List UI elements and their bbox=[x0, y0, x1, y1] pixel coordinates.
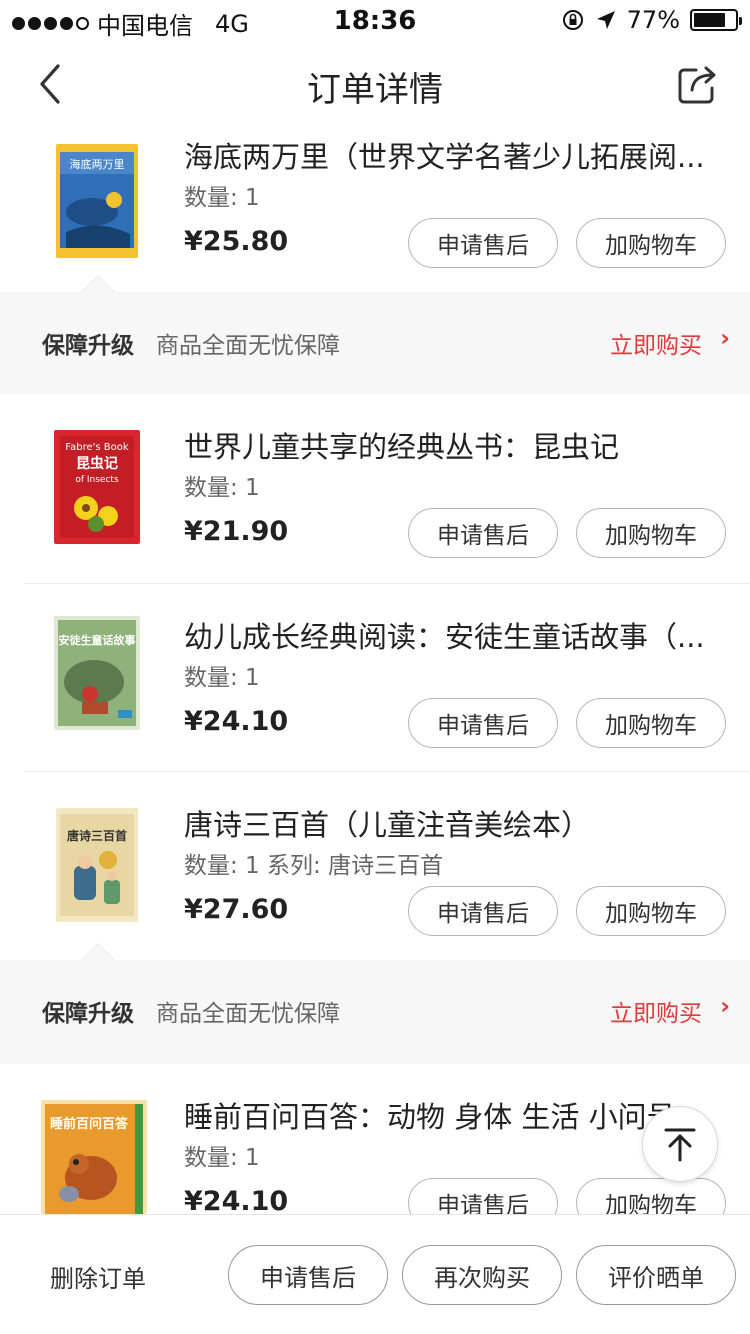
bottom-action-bar: 删除订单 申请售后 再次购买 评价晒单 bbox=[0, 1214, 750, 1334]
product-name[interactable]: 世界儿童共享的经典丛书：昆虫记 bbox=[184, 424, 714, 466]
book-cover-image: 海底两万里 bbox=[56, 144, 138, 258]
page-title: 订单详情 bbox=[307, 70, 443, 110]
product-quantity: 数量: 1 bbox=[184, 475, 260, 501]
guarantee-upgrade-banner[interactable]: 保障升级 商品全面无忧保障 立即购买 › bbox=[0, 275, 750, 394]
apply-after-sale-button[interactable]: 申请售后 bbox=[228, 1245, 388, 1305]
share-icon[interactable] bbox=[676, 62, 720, 106]
product-item[interactable]: 唐诗三百首 唐诗三百首（儿童注音美绘本） 数量: 1 系列: 唐诗三百首 ¥27… bbox=[24, 772, 750, 960]
after-sale-button[interactable]: 申请售后 bbox=[408, 886, 558, 936]
buy-again-button[interactable]: 再次购买 bbox=[402, 1245, 562, 1305]
review-button[interactable]: 评价晒单 bbox=[576, 1245, 736, 1305]
product-price: ¥24.10 bbox=[184, 1186, 289, 1214]
cover-title: 睡前百问百答 bbox=[50, 1116, 129, 1132]
status-bar: 中国电信 4G 18:36 77% bbox=[0, 0, 750, 40]
product-item[interactable]: 安徒生童话故事 幼儿成长经典阅读：安徒生童话故事（... 数量: 1 ¥24.1… bbox=[24, 584, 750, 772]
product-item[interactable]: 海底两万里 海底两万里（世界文学名著少儿拓展阅... 数量: 1 ¥25.80 … bbox=[24, 128, 750, 292]
product-name[interactable]: 幼儿成长经典阅读：安徒生童话故事（... bbox=[184, 614, 714, 656]
product-price: ¥25.80 bbox=[184, 226, 289, 257]
product-quantity: 数量: 1 bbox=[184, 185, 260, 211]
product-price: ¥21.90 bbox=[184, 516, 289, 547]
add-to-cart-button[interactable]: 加购物车 bbox=[576, 886, 726, 936]
after-sale-button[interactable]: 申请售后 bbox=[408, 698, 558, 748]
product-name[interactable]: 唐诗三百首（儿童注音美绘本） bbox=[184, 802, 714, 844]
product-quantity: 数量: 1 bbox=[184, 665, 260, 691]
product-quantity: 数量: 1 bbox=[184, 1145, 260, 1171]
cover-subtitle: Fabre's Book bbox=[65, 442, 129, 453]
after-sale-button[interactable]: 申请售后 bbox=[408, 218, 558, 268]
buy-now-link[interactable]: 立即购买 bbox=[610, 326, 702, 360]
chevron-right-icon[interactable]: › bbox=[720, 992, 730, 1020]
battery-percent: 77% bbox=[626, 6, 680, 34]
battery-icon bbox=[690, 9, 742, 31]
battery-fill bbox=[694, 13, 725, 27]
cover-title: 安徒生童话故事 bbox=[59, 633, 136, 647]
guarantee-upgrade-banner[interactable]: 保障升级 商品全面无忧保障 立即购买 › bbox=[0, 943, 750, 1064]
add-to-cart-button[interactable]: 加购物车 bbox=[576, 218, 726, 268]
book-cover-image: Fabre's Book 昆虫记 of Insects bbox=[54, 430, 140, 544]
after-sale-button[interactable]: 申请售后 bbox=[408, 1178, 558, 1214]
back-to-top-button[interactable] bbox=[642, 1106, 718, 1182]
add-to-cart-button[interactable]: 加购物车 bbox=[576, 508, 726, 558]
product-name[interactable]: 海底两万里（世界文学名著少儿拓展阅... bbox=[184, 134, 714, 176]
book-cover-image: 安徒生童话故事 bbox=[54, 616, 140, 730]
product-price: ¥27.60 bbox=[184, 894, 289, 925]
order-content[interactable]: 海底两万里 海底两万里（世界文学名著少儿拓展阅... 数量: 1 ¥25.80 … bbox=[0, 128, 750, 1214]
location-arrow-icon bbox=[596, 11, 615, 29]
product-item[interactable]: Fabre's Book 昆虫记 of Insects 世界儿童共享的经典丛书：… bbox=[24, 394, 750, 584]
rotation-lock-icon bbox=[562, 10, 583, 30]
add-to-cart-button[interactable]: 加购物车 bbox=[576, 1178, 726, 1214]
product-item[interactable]: 睡前百问百答 睡前百问百答：动物 身体 生活 小问号（... 数量: 1 ¥24… bbox=[24, 1064, 750, 1214]
guarantee-title: 保障升级 bbox=[42, 1001, 134, 1027]
add-to-cart-button[interactable]: 加购物车 bbox=[576, 698, 726, 748]
product-name[interactable]: 睡前百问百答：动物 身体 生活 小问号（... bbox=[184, 1094, 714, 1136]
after-sale-button[interactable]: 申请售后 bbox=[408, 508, 558, 558]
guarantee-description: 商品全面无忧保障 bbox=[156, 333, 340, 359]
buy-now-link[interactable]: 立即购买 bbox=[610, 994, 702, 1028]
cover-subtitle-2: of Insects bbox=[75, 475, 119, 485]
book-cover-image: 睡前百问百答 bbox=[41, 1100, 147, 1214]
cover-title: 昆虫记 bbox=[76, 455, 118, 472]
cover-title: 唐诗三百首 bbox=[67, 828, 127, 843]
nav-bar: 订单详情 bbox=[0, 40, 750, 128]
status-right: 77% bbox=[561, 6, 742, 34]
chevron-right-icon[interactable]: › bbox=[720, 324, 730, 352]
product-quantity: 数量: 1 系列: 唐诗三百首 bbox=[184, 853, 444, 879]
book-cover-image: 唐诗三百首 bbox=[56, 808, 138, 922]
guarantee-description: 商品全面无忧保障 bbox=[156, 1001, 340, 1027]
guarantee-title: 保障升级 bbox=[42, 333, 134, 359]
product-price: ¥24.10 bbox=[184, 706, 289, 737]
arrow-up-icon bbox=[664, 1128, 696, 1162]
cover-title: 海底两万里 bbox=[70, 157, 125, 171]
delete-order-link[interactable]: 删除订单 bbox=[50, 1259, 146, 1294]
